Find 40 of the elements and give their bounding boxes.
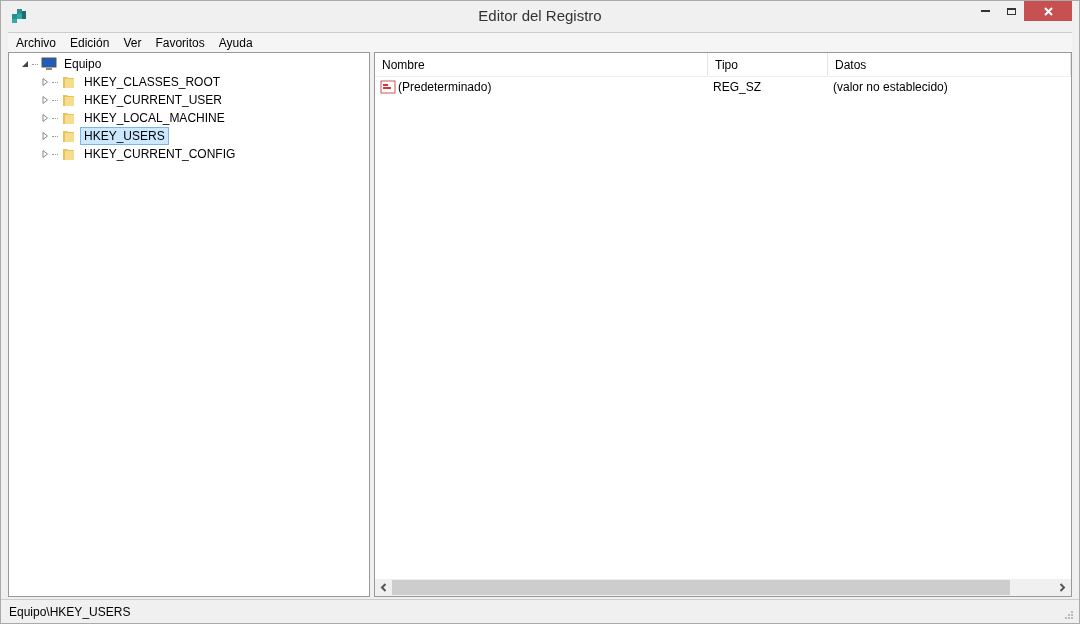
column-header[interactable]: Datos bbox=[828, 53, 1071, 76]
status-text: Equipo\HKEY_USERS bbox=[9, 603, 131, 621]
registry-cubes-icon bbox=[11, 8, 27, 24]
menu-item[interactable]: Ver bbox=[123, 33, 142, 52]
collapsed-arrow-icon[interactable] bbox=[41, 114, 49, 122]
folder-icon bbox=[61, 146, 77, 162]
folder-icon bbox=[61, 110, 77, 126]
scroll-right-icon[interactable] bbox=[1059, 583, 1066, 592]
column-header[interactable]: Nombre bbox=[375, 53, 708, 76]
collapsed-arrow-icon[interactable] bbox=[41, 150, 49, 158]
close-button[interactable] bbox=[1024, 1, 1072, 21]
computer-icon bbox=[41, 56, 57, 72]
window-title: Editor del Registro bbox=[478, 6, 602, 27]
expanded-arrow-icon[interactable] bbox=[21, 60, 29, 68]
scroll-left-icon[interactable] bbox=[380, 583, 387, 592]
tree-item[interactable]: HKEY_CURRENT_USER bbox=[80, 91, 227, 109]
tree-item[interactable]: Equipo bbox=[60, 55, 106, 73]
scrollbar-thumb[interactable] bbox=[392, 580, 1010, 595]
collapsed-arrow-icon[interactable] bbox=[41, 96, 49, 104]
tree-item[interactable]: HKEY_CLASSES_ROOT bbox=[80, 73, 225, 91]
folder-icon bbox=[61, 92, 77, 108]
menu-item[interactable]: Favoritos bbox=[155, 33, 205, 52]
folder-icon bbox=[61, 128, 77, 144]
tree-item[interactable]: HKEY_CURRENT_CONFIG bbox=[80, 145, 240, 163]
tree-item[interactable]: HKEY_LOCAL_MACHINE bbox=[80, 109, 229, 127]
folder-icon bbox=[61, 74, 77, 90]
table-cell-text: REG_SZ bbox=[713, 79, 761, 96]
menu-item[interactable]: Ayuda bbox=[218, 33, 253, 52]
close-icon bbox=[1043, 6, 1053, 16]
tree-item[interactable]: HKEY_USERS bbox=[80, 127, 169, 145]
collapsed-arrow-icon[interactable] bbox=[41, 132, 49, 140]
collapsed-arrow-icon[interactable] bbox=[41, 78, 49, 86]
menu-item[interactable]: Edición bbox=[70, 33, 110, 52]
string-value-icon bbox=[380, 79, 396, 95]
horizontal-scrollbar[interactable] bbox=[375, 579, 1071, 596]
table-cell-text: (Predeterminado) bbox=[398, 79, 492, 96]
table-cell-text: (valor no establecido) bbox=[833, 79, 948, 96]
menu-item[interactable]: Archivo bbox=[16, 33, 56, 52]
column-header[interactable]: Tipo bbox=[708, 53, 828, 76]
resize-grip-icon[interactable] bbox=[1065, 611, 1073, 619]
